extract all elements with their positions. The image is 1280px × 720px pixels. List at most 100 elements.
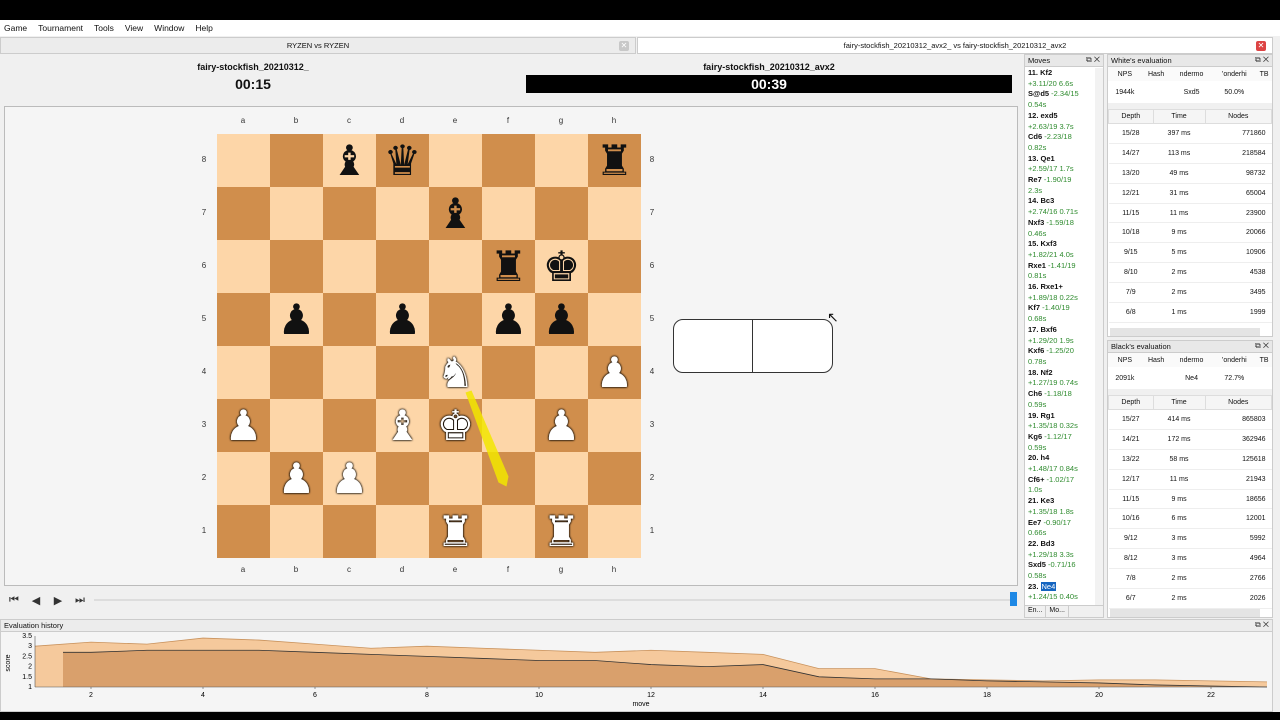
square-f8[interactable] [482,134,535,187]
move-line[interactable]: Sxd5 -0.71/16 [1028,560,1100,571]
move-line[interactable]: +1.89/18 0.22s [1028,293,1100,304]
menu-help[interactable]: Help [195,23,212,33]
move-line[interactable]: +1.48/17 0.84s [1028,464,1100,475]
white-pawn-icon[interactable]: ♟ [225,404,263,447]
move-line[interactable]: 13. Qe1 [1028,154,1100,165]
table-row[interactable]: 14/27 113 ms 218584 [1108,143,1272,164]
black-king-icon[interactable]: ♚ [543,245,581,288]
square-a4[interactable] [217,346,270,399]
square-h5[interactable] [588,293,641,346]
move-slider-track[interactable] [94,599,1014,601]
square-b8[interactable] [270,134,323,187]
square-b1[interactable] [270,505,323,558]
close-icon[interactable]: ✕ [1256,40,1266,51]
move-line[interactable]: +3.11/20 6.6s [1028,79,1100,90]
square-f1[interactable] [482,505,535,558]
piece-selection-box[interactable] [673,319,833,373]
tab-moves[interactable]: Mo... [1046,606,1069,617]
table-row[interactable]: 9/12 3 ms 5992 [1108,528,1272,550]
move-line[interactable]: 16. Rxe1+ [1028,282,1100,293]
column-header[interactable]: Time [1152,109,1206,124]
white-knight-icon[interactable]: ♞ [437,351,475,394]
white-king-icon[interactable]: ♚ [437,404,475,447]
move-line[interactable]: 0.66s [1028,528,1100,539]
square-c3[interactable] [323,399,376,452]
square-e6[interactable] [429,240,482,293]
square-c7[interactable] [323,187,376,240]
square-g7[interactable] [535,187,588,240]
square-b7[interactable] [270,187,323,240]
menu-game[interactable]: Game [4,23,27,33]
square-g6[interactable]: ♚ [535,240,588,293]
table-row[interactable]: 12/17 11 ms 21943 [1108,469,1272,490]
menu-tools[interactable]: Tools [94,23,114,33]
move-line[interactable]: 1.0s [1028,485,1100,496]
menu-view[interactable]: View [125,23,143,33]
column-header[interactable]: Depth [1108,395,1154,410]
black-pawn-icon[interactable]: ♟ [278,298,316,341]
panel-controls[interactable]: ⧉ ✕ [1255,620,1269,630]
square-g1[interactable]: ♜ [535,505,588,558]
table-row[interactable]: 13/20 49 ms 98732 [1108,163,1272,184]
square-g4[interactable] [535,346,588,399]
column-header[interactable]: Nodes [1204,109,1272,124]
square-b5[interactable]: ♟ [270,293,323,346]
previous-move-icon[interactable]: ◀ [26,592,46,608]
scrollbar[interactable] [1110,609,1260,617]
table-row[interactable]: 6/8 1 ms 1999 [1108,302,1272,323]
square-f7[interactable] [482,187,535,240]
scrollbar[interactable] [1110,328,1260,336]
tab-engine[interactable]: En... [1025,606,1047,617]
square-d7[interactable] [376,187,429,240]
white-rook-icon[interactable]: ♜ [437,510,475,553]
black-pawn-icon[interactable]: ♟ [490,298,528,341]
table-row[interactable]: 15/28 397 ms 771860 [1108,123,1272,144]
move-line[interactable]: +1.29/20 1.9s [1028,336,1100,347]
move-line[interactable]: 0.78s [1028,357,1100,368]
square-a5[interactable] [217,293,270,346]
square-b2[interactable]: ♟ [270,452,323,505]
square-h8[interactable]: ♜ [588,134,641,187]
square-e8[interactable] [429,134,482,187]
move-line[interactable]: 17. Bxf6 [1028,325,1100,336]
first-move-icon[interactable]: ⏮ [4,592,24,608]
move-line[interactable]: 21. Ke3 [1028,496,1100,507]
square-f5[interactable]: ♟ [482,293,535,346]
move-line[interactable]: 20. h4 [1028,453,1100,464]
move-line[interactable]: 2.3s [1028,186,1100,197]
square-h6[interactable] [588,240,641,293]
move-line[interactable]: 18. Nf2 [1028,368,1100,379]
move-line[interactable]: 0.82s [1028,143,1100,154]
square-d2[interactable] [376,452,429,505]
black-queen-icon[interactable]: ♛ [384,139,422,182]
square-d8[interactable]: ♛ [376,134,429,187]
square-g8[interactable] [535,134,588,187]
tab-ryzen-game[interactable]: RYZEN vs RYZEN ✕ [0,37,636,54]
table-row[interactable]: 10/18 9 ms 20066 [1108,222,1272,244]
white-pawn-icon[interactable]: ♟ [278,457,316,500]
white-rook-icon[interactable]: ♜ [543,510,581,553]
chess-board[interactable]: ♝ ♛ ♜ ♝ ♜ ♚ ♟ ♟ ♟ ♟ ♞ ♟ ♟ ♝ ♚ ♟ ♟ ♟ ♜ ♜ [217,134,641,558]
move-line[interactable]: Ch6 -1.18/18 [1028,389,1100,400]
black-cannon-icon[interactable]: ♜ [490,245,528,288]
square-g5[interactable]: ♟ [535,293,588,346]
menu-window[interactable]: Window [154,23,184,33]
square-h3[interactable] [588,399,641,452]
square-c6[interactable] [323,240,376,293]
square-f2[interactable] [482,452,535,505]
tab-stockfish-game[interactable]: fairy-stockfish_20210312_avx2_ vs fairy-… [637,37,1273,54]
white-bishop-icon[interactable]: ♝ [384,404,422,447]
square-d1[interactable] [376,505,429,558]
square-c1[interactable] [323,505,376,558]
square-h7[interactable] [588,187,641,240]
square-c2[interactable]: ♟ [323,452,376,505]
square-h4[interactable]: ♟ [588,346,641,399]
square-e7[interactable]: ♝ [429,187,482,240]
move-line[interactable]: 0.58s [1028,571,1100,582]
move-line[interactable]: +2.59/17 1.7s [1028,164,1100,175]
move-line[interactable]: Cf6+ -1.02/17 [1028,475,1100,486]
square-b4[interactable] [270,346,323,399]
square-d3[interactable]: ♝ [376,399,429,452]
table-row[interactable]: 7/8 2 ms 2766 [1108,568,1272,590]
square-c8[interactable]: ♝ [323,134,376,187]
